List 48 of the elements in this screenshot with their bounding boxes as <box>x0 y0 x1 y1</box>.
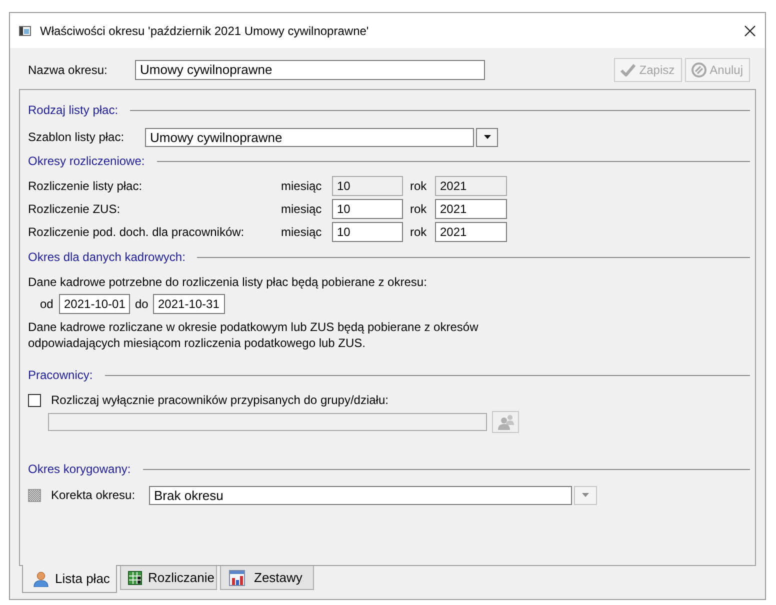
year-label: rok <box>410 225 428 239</box>
to-date-field[interactable]: 2021-10-31 <box>153 294 225 314</box>
checkbox[interactable] <box>28 488 41 502</box>
section-heading: Okresy rozliczeniowe: <box>28 154 145 168</box>
caret-icon <box>484 135 490 139</box>
to-label: do <box>135 297 150 311</box>
section-heading: Okres korygowany: <box>28 462 131 476</box>
month-field[interactable]: 10 <box>332 222 403 242</box>
year-field[interactable]: 2021 <box>435 199 507 219</box>
caret-icon <box>582 493 589 497</box>
window-icon <box>19 26 31 36</box>
from-label: od <box>40 297 54 311</box>
section-heading: Pracownicy: <box>28 368 93 382</box>
month-label: miesiąc <box>281 179 323 193</box>
correction-label: Korekta okresu: <box>51 488 136 502</box>
checkbox-label: Rozliczaj wyłącznie pracowników przypisanych do grupy/działu: <box>51 393 388 407</box>
section-heading: Okres dla danych kadrowych: <box>28 250 186 264</box>
spreadsheet-icon <box>128 570 142 584</box>
name-label: Nazwa okresu: <box>28 63 108 77</box>
period-label: Rozliczenie ZUS: <box>28 202 122 216</box>
tab[interactable]: Lista płac <box>22 565 117 593</box>
info-text: Dane kadrowe rozliczane w okresie podatkowym lub ZUS będą pobierane z okresów odpowiadających miesiącom rozliczenia podatkowego lub ZUS. <box>28 319 480 351</box>
correction-combo[interactable]: Brak okresu <box>149 486 572 504</box>
template-label: Szablon listy płac: <box>28 130 126 144</box>
year-field[interactable]: 2021 <box>435 222 507 242</box>
users-icon <box>496 414 514 430</box>
year-label: rok <box>410 202 428 216</box>
checkbox[interactable] <box>28 394 41 406</box>
tab[interactable]: Rozliczanie <box>120 566 217 590</box>
chart-window-icon <box>229 570 245 586</box>
name-field[interactable]: Umowy cywilnoprawne <box>135 60 485 80</box>
month-field[interactable]: 10 <box>332 199 403 219</box>
period-label: Rozliczenie listy płac: <box>28 179 144 193</box>
year-label: rok <box>410 179 428 193</box>
person-icon <box>33 570 49 586</box>
dropdown-button[interactable] <box>476 128 498 146</box>
section-heading: Rodzaj listy płac: <box>28 103 118 117</box>
info-text: Dane kadrowe potrzebne do rozliczenia listy płac będą pobierane z okresu: <box>28 274 428 290</box>
template-combo[interactable]: Umowy cywilnoprawne <box>145 128 474 146</box>
tab[interactable]: Zestawy <box>220 566 314 590</box>
period-label: Rozliczenie pod. doch. dla pracowników: <box>28 225 246 239</box>
month-label: miesiąc <box>281 225 323 239</box>
close-icon[interactable] <box>744 24 756 36</box>
window-title: Właściwości okresu 'październik 2021 Umowy cywilnoprawne' <box>40 24 369 38</box>
from-date-field[interactable]: 2021-10-01 <box>59 294 130 314</box>
cancel-icon <box>690 62 707 78</box>
check-icon <box>620 63 636 77</box>
month-label: miesiąc <box>281 202 323 216</box>
